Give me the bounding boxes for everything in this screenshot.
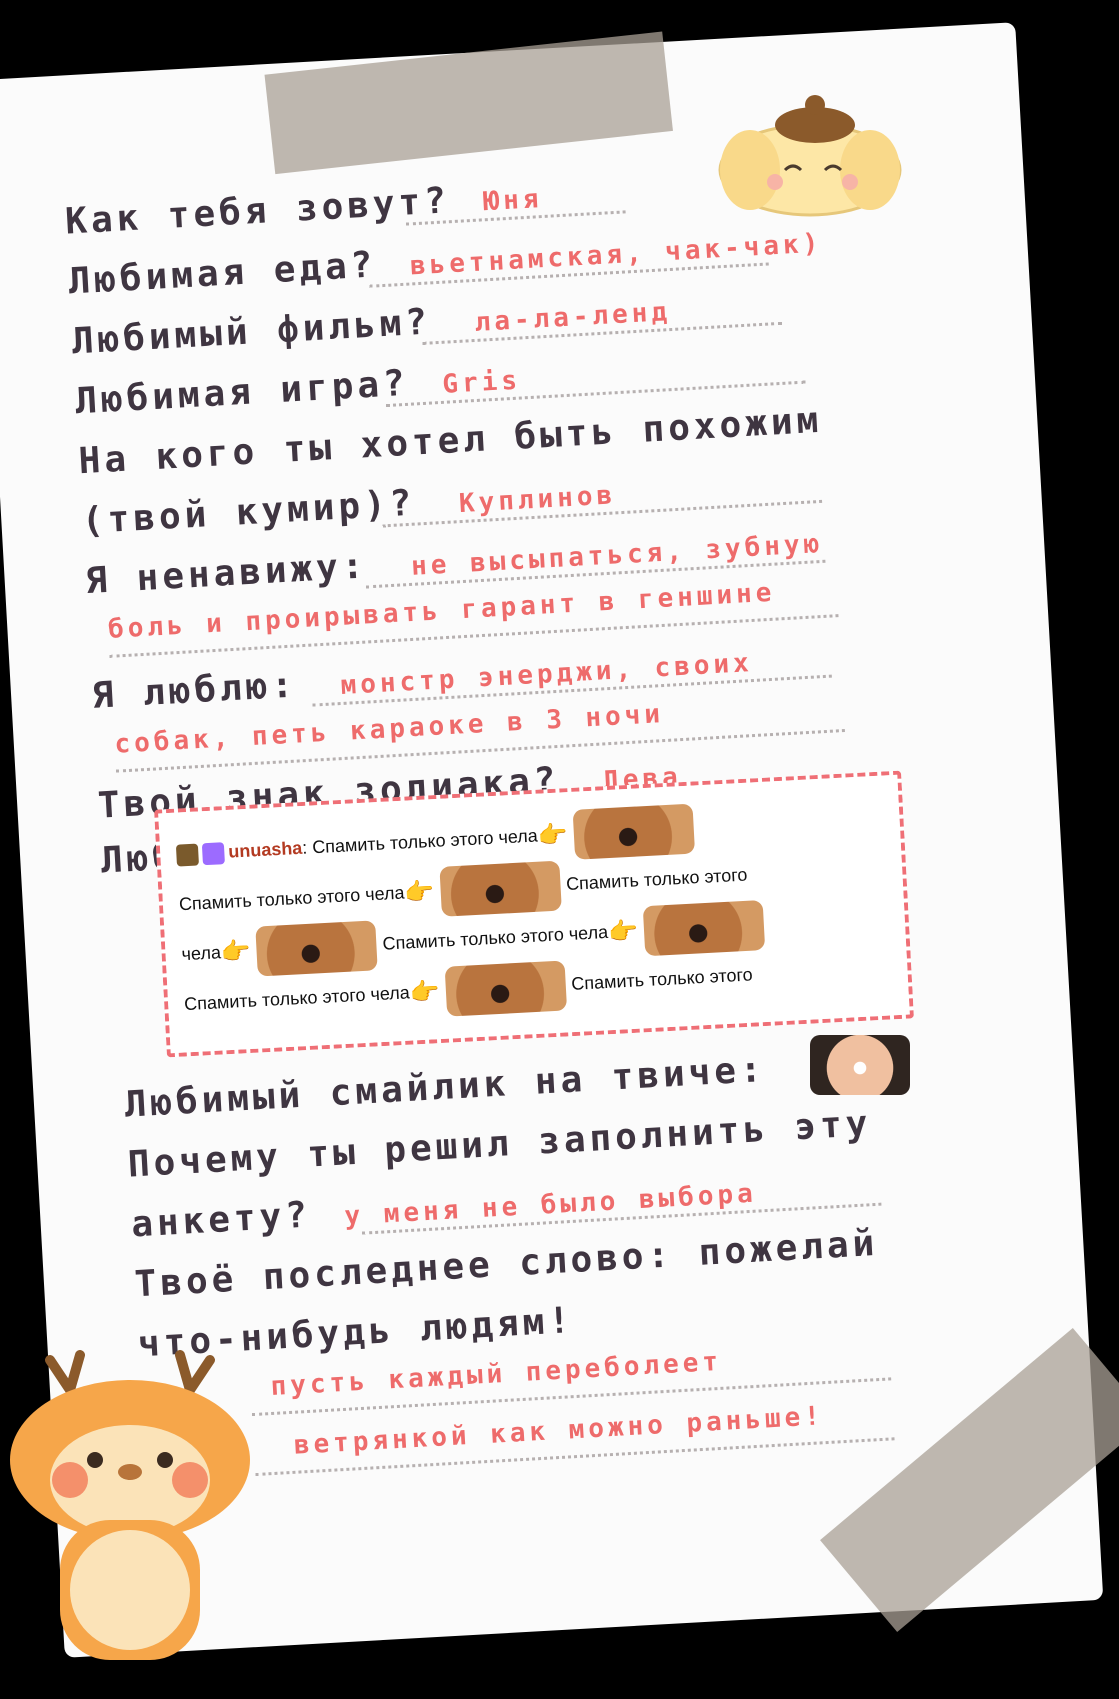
question-text: анкету? [130,1194,312,1246]
row-wish-1: пусть каждый переболеет [270,1347,723,1402]
deer-mascot-icon [10,1350,250,1660]
smiling-face-emote-icon [810,1035,910,1095]
row-wish-2: ветрянкой как можно раньше! [293,1401,824,1461]
answer-text: ветрянкой как можно раньше! [293,1401,825,1461]
answer-text: пусть каждый переболеет [269,1346,723,1402]
puppy-mascot-icon [718,95,902,217]
